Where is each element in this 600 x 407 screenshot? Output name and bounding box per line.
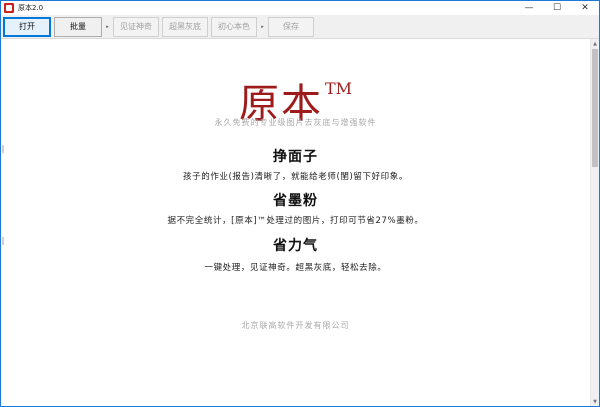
- section-text-effort: 一键处理，见证神奇。超黑灰底，轻松去除。: [204, 263, 387, 273]
- batch-button[interactable]: 批量: [54, 16, 102, 37]
- scroll-down-icon[interactable]: ▼: [591, 397, 599, 406]
- main-content: 原本 TM 永久免费的专业级图片去灰底与增强软件 挣面子 孩子的作业(报告)清晰了…: [1, 39, 590, 406]
- scroll-thumb[interactable]: [592, 49, 598, 167]
- save-button[interactable]: 保存: [268, 16, 314, 37]
- scroll-up-icon[interactable]: ▲: [591, 39, 599, 48]
- toolbar: 打开 批量 ▸ 见证神奇 超黑灰底 初心本色 ▸ 保存: [1, 15, 599, 39]
- verify-magic-button[interactable]: 见证神奇: [113, 16, 159, 37]
- section-title-toner: 省墨粉: [273, 193, 318, 209]
- section-text-face: 孩子的作业(报告)清晰了，就能给老师(閨)留下好印象。: [183, 172, 408, 182]
- app-logo-icon: [4, 3, 14, 13]
- section-title-face: 挣面子: [273, 149, 318, 165]
- step-arrow-icon: ▸: [261, 23, 264, 30]
- original-color-button[interactable]: 初心本色: [211, 16, 257, 37]
- tagline: 永久免费的专业级图片去灰底与增强软件: [214, 118, 377, 127]
- trademark-mark: TM: [324, 79, 353, 98]
- close-button[interactable]: ✕: [571, 1, 599, 15]
- dark-gray-background-button[interactable]: 超黑灰底: [162, 16, 208, 37]
- step-arrow-icon: ▸: [106, 23, 109, 30]
- minimize-button[interactable]: —: [515, 1, 543, 15]
- title-bar[interactable]: 原本2.0 — ☐ ✕: [1, 1, 599, 15]
- window-title: 原本2.0: [18, 4, 44, 12]
- app-window: 原本2.0 — ☐ ✕ 打开 批量 ▸ 见证神奇 超黑灰底 初心本色 ▸ 保存 …: [0, 0, 600, 407]
- vertical-scrollbar[interactable]: ▲ ▼: [590, 39, 599, 406]
- section-title-effort: 省力气: [273, 238, 318, 254]
- maximize-button[interactable]: ☐: [543, 1, 571, 15]
- section-text-toner: 据不完全统计，[原本]™处理过的图片，打印可节省27%墨粉。: [167, 216, 424, 226]
- company-footer: 北京联高软件开发有限公司: [241, 321, 350, 330]
- window-controls: — ☐ ✕: [515, 1, 599, 15]
- open-button[interactable]: 打开: [3, 16, 51, 37]
